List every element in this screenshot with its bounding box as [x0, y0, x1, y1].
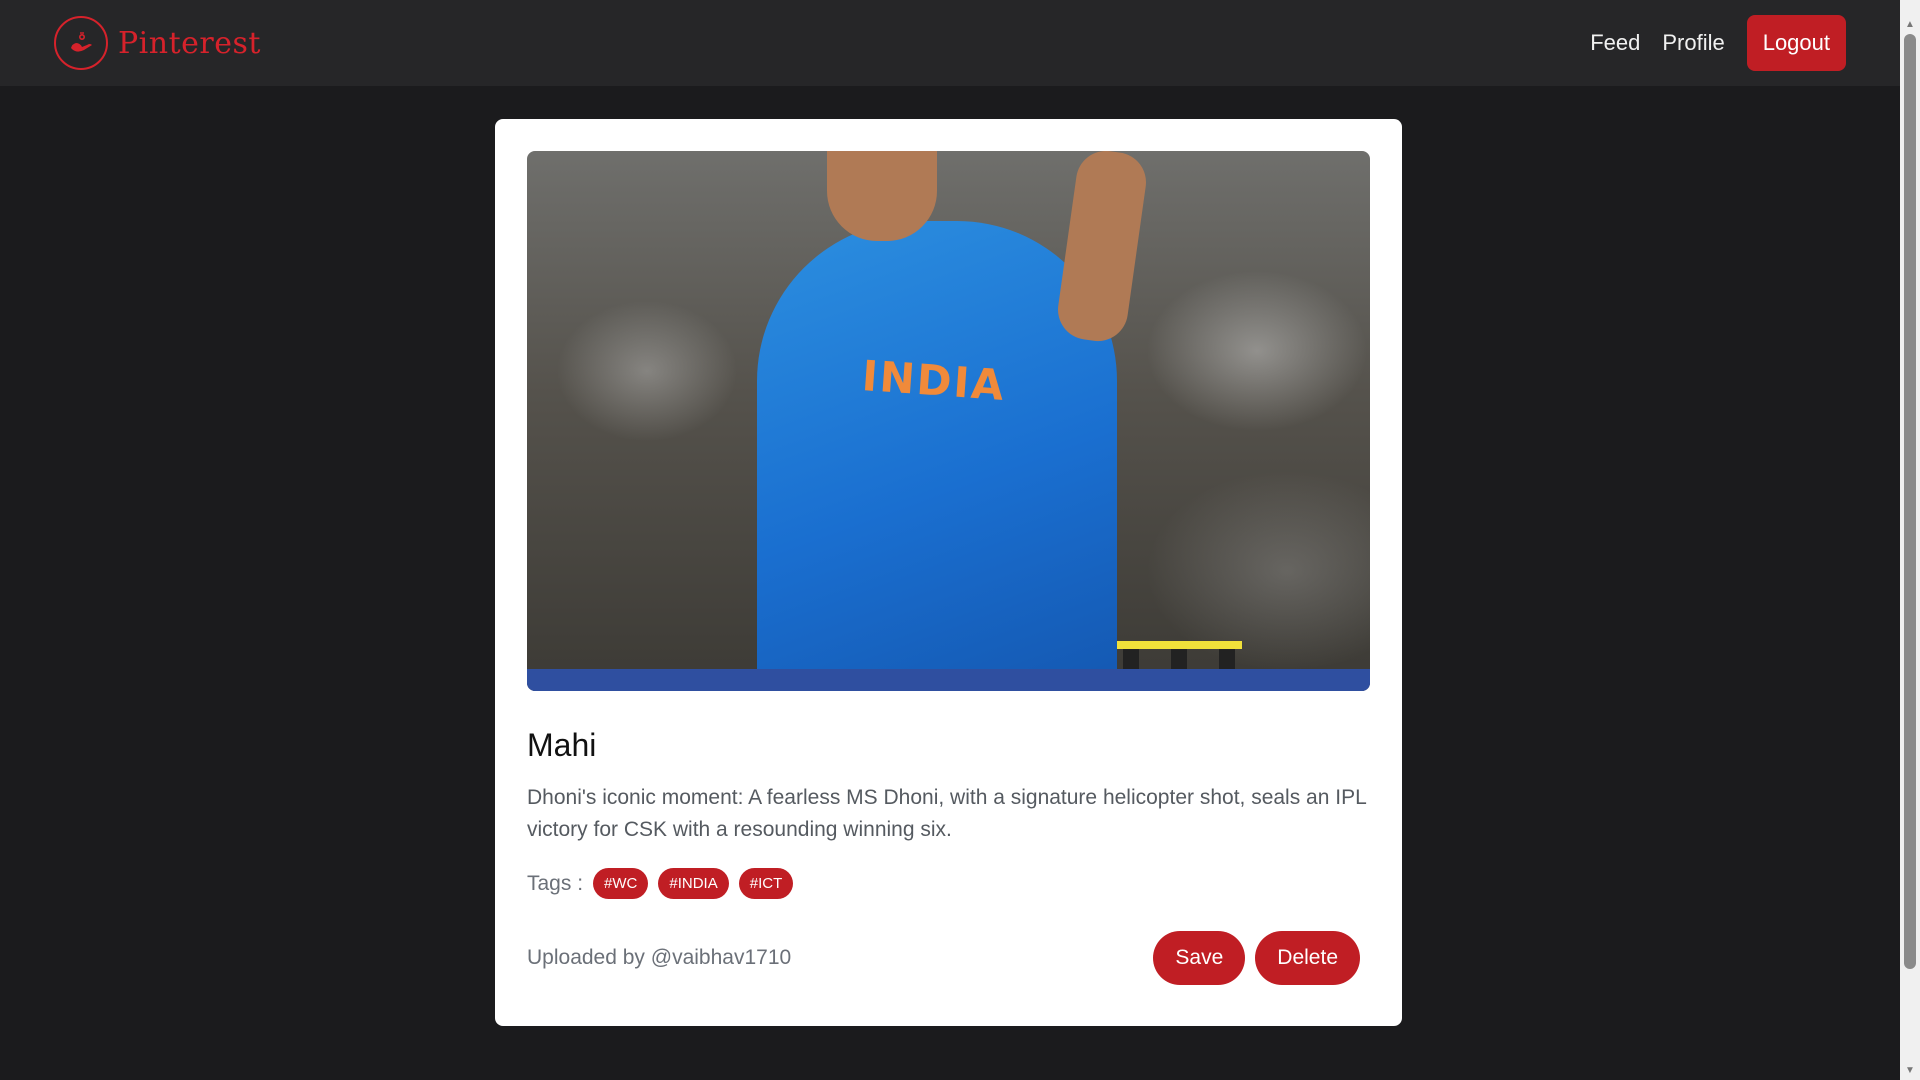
nav-links: Feed Profile Logout [1590, 15, 1846, 71]
top-navbar: Pinterest Feed Profile Logout [0, 0, 1900, 86]
pin-image: INDIA [527, 151, 1370, 691]
brand-name: Pinterest [118, 25, 261, 61]
pin-description: Dhoni's iconic moment: A fearless MS Dho… [527, 786, 1366, 841]
tag-ict[interactable]: #ICT [738, 868, 794, 899]
pin-footer: Uploaded by @vaibhav1710 Save Delete [527, 931, 1370, 985]
tag-wc[interactable]: #WC [593, 868, 649, 899]
pinterest-logo-icon [54, 16, 108, 70]
tags-label: Tags : [527, 871, 584, 895]
tags-row: Tags : #WC #INDIA #ICT [527, 868, 1370, 899]
jersey-text: INDIA [860, 351, 1008, 410]
scroll-up-arrow-icon[interactable]: ▲ [1900, 14, 1920, 34]
uploaded-by-text: Uploaded by @vaibhav1710 [527, 946, 792, 969]
nav-profile-link[interactable]: Profile [1662, 30, 1724, 56]
logout-button[interactable]: Logout [1746, 15, 1846, 71]
scroll-down-arrow-icon[interactable]: ▼ [1900, 1060, 1920, 1080]
scrollbar-thumb[interactable] [1904, 34, 1916, 969]
ground-strip [527, 669, 1370, 691]
pin-detail-card: INDIA Mahi Dhoni's iconic moment: A fear… [495, 119, 1402, 1026]
pin-actions: Save Delete [1153, 931, 1360, 985]
page-scrollbar[interactable]: ▲ ▼ [1900, 0, 1920, 1080]
brand-link[interactable]: Pinterest [54, 16, 261, 70]
player-head [827, 151, 937, 241]
tag-india[interactable]: #INDIA [658, 868, 729, 899]
pin-title: Mahi [527, 727, 597, 763]
player-arm [1054, 151, 1150, 345]
delete-button[interactable]: Delete [1255, 931, 1360, 985]
nav-feed-link[interactable]: Feed [1590, 30, 1640, 56]
save-button[interactable]: Save [1153, 931, 1246, 985]
